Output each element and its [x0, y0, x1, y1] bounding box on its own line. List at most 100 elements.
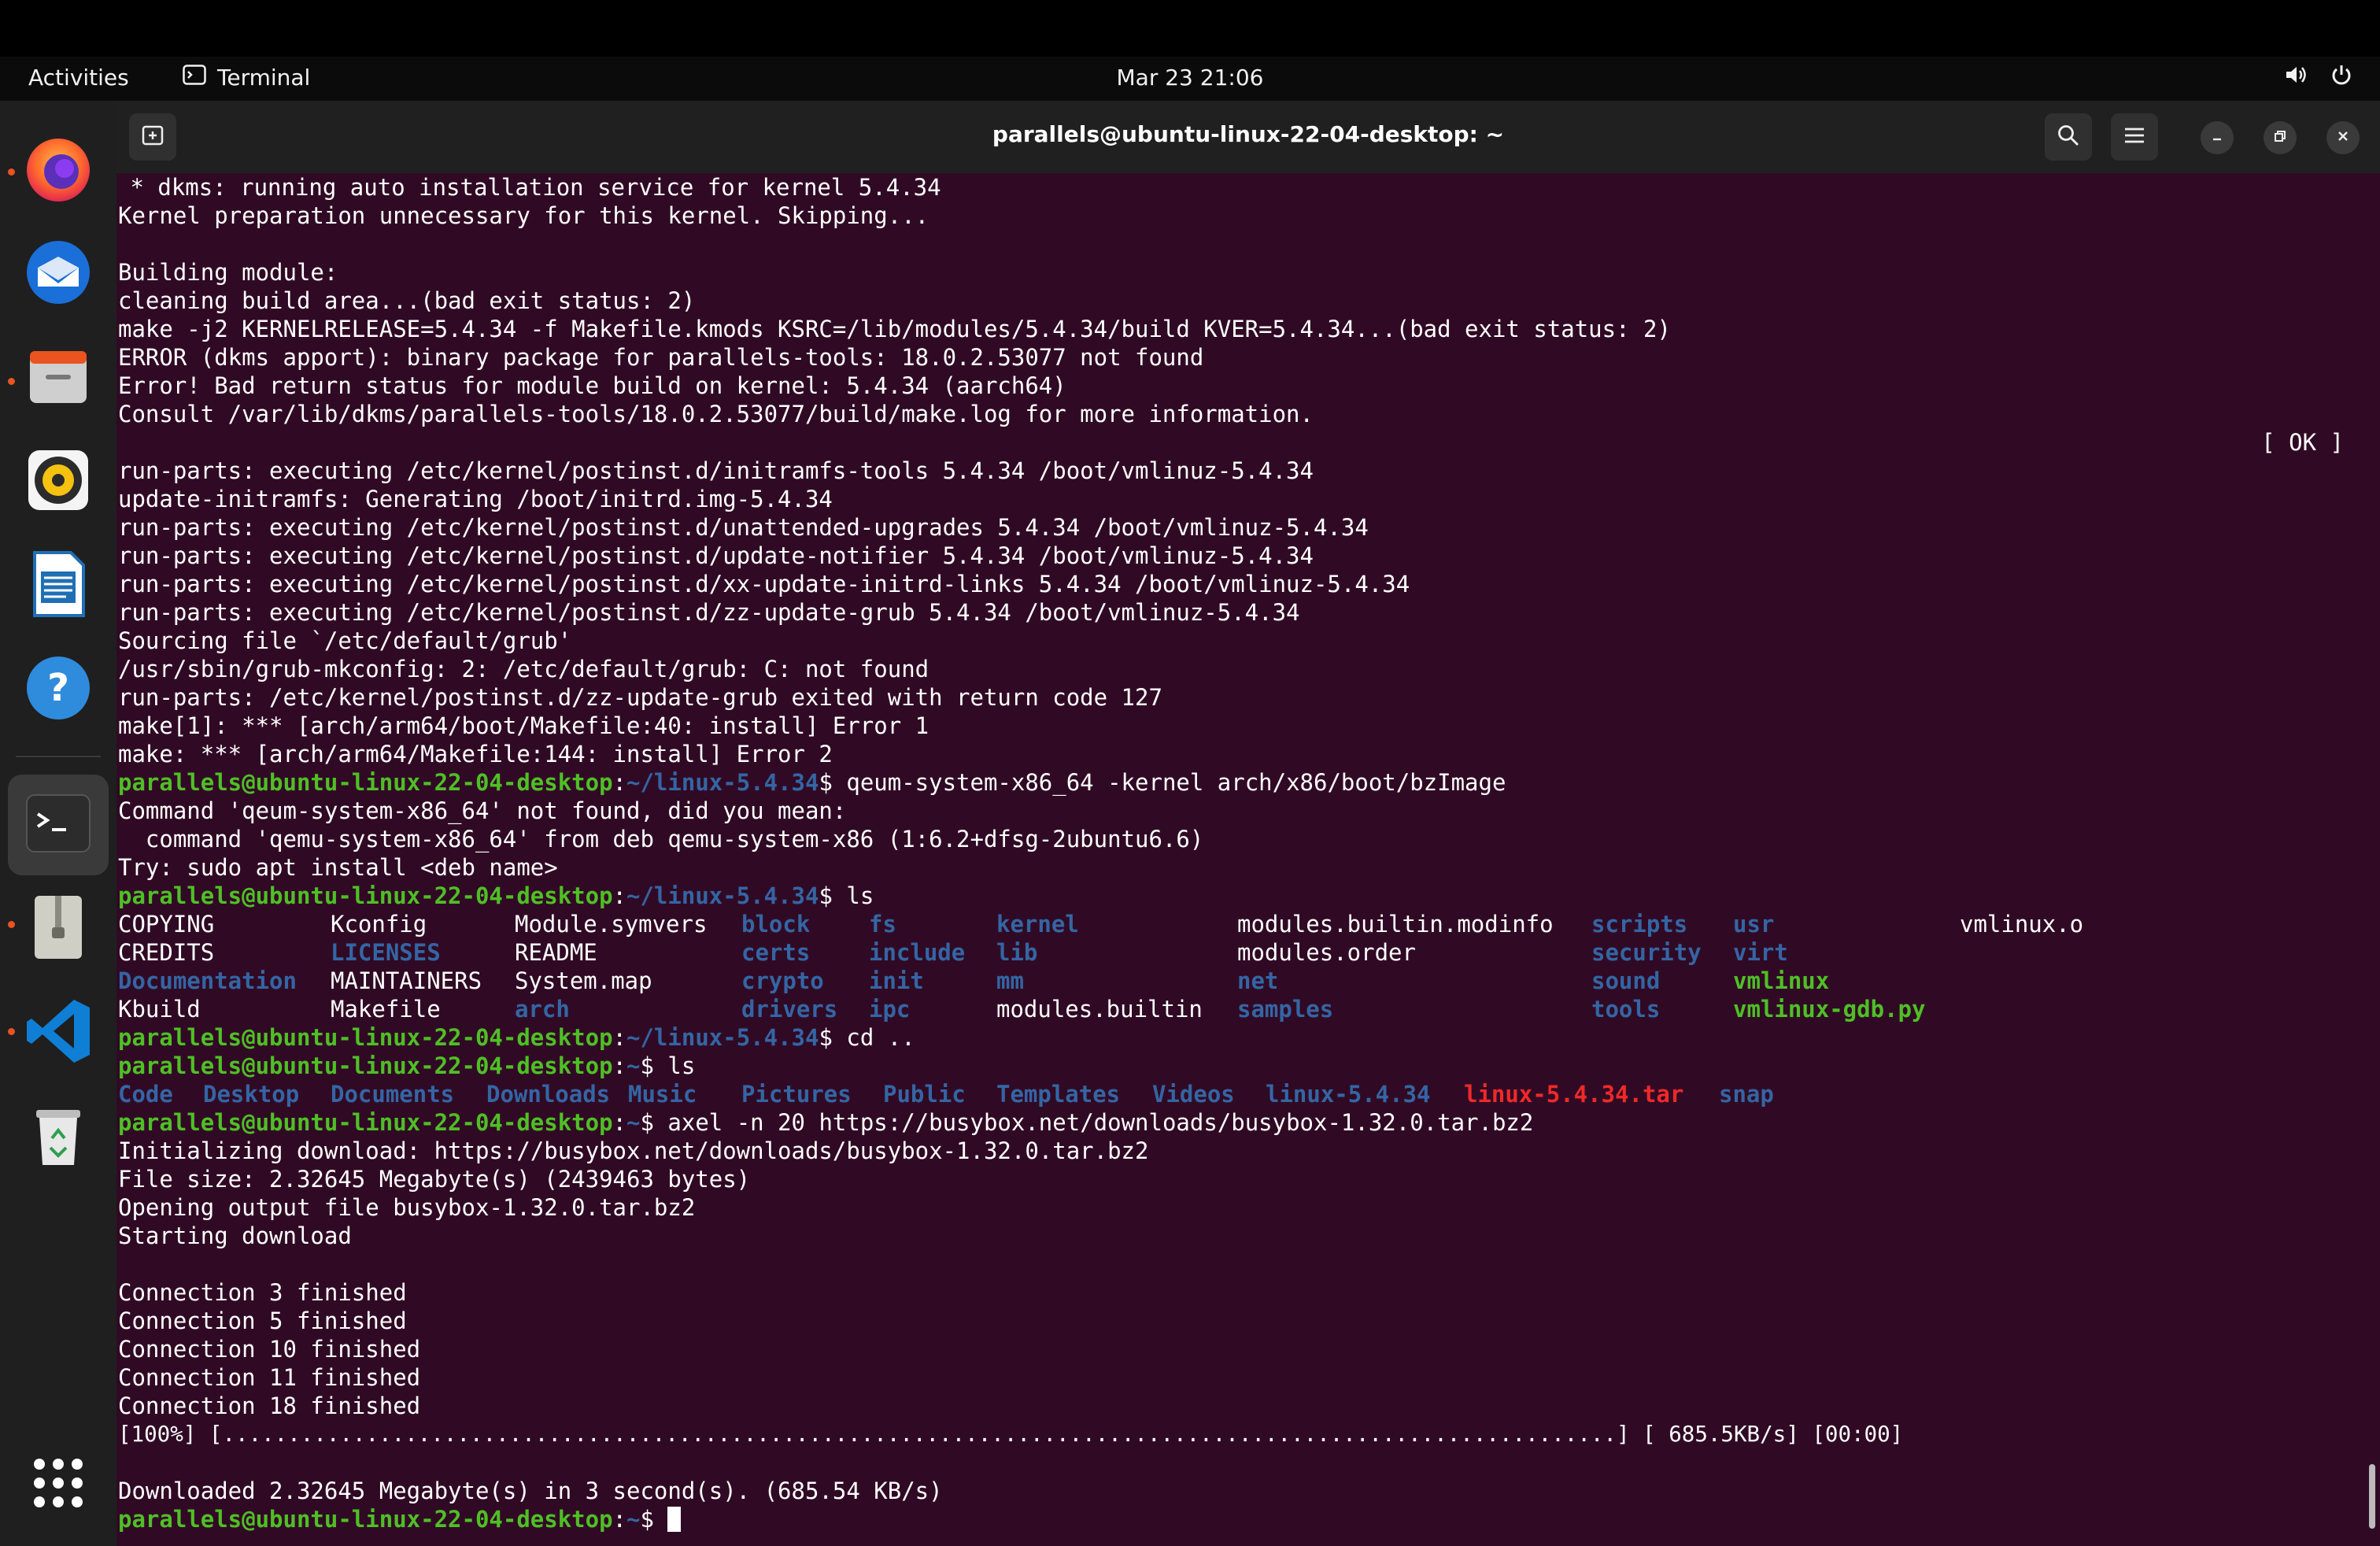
restore-button[interactable]	[2264, 121, 2297, 154]
prompt-user: parallels@ubuntu-linux-22-04-desktop	[118, 1109, 613, 1136]
dock-rhythmbox[interactable]	[17, 441, 99, 523]
prompt-user: parallels@ubuntu-linux-22-04-desktop	[118, 1024, 613, 1051]
terminal-line: update-initramfs: Generating /boot/initr…	[118, 486, 833, 512]
files-icon	[22, 340, 94, 416]
terminal-window: parallels@ubuntu-linux-22-04-desktop: ~	[116, 101, 2380, 1546]
dock-help[interactable]: ?	[17, 649, 99, 730]
dock-show-applications[interactable]	[17, 1444, 99, 1526]
terminal-line: * dkms: running auto installation servic…	[116, 174, 941, 201]
system-tray[interactable]	[2284, 63, 2353, 92]
vscode-icon	[22, 995, 94, 1071]
close-button[interactable]	[2326, 121, 2360, 154]
terminal-line: run-parts: executing /etc/kernel/postins…	[118, 514, 1369, 541]
trash-icon	[22, 1099, 94, 1174]
terminal-line: Connection 11 finished	[118, 1364, 421, 1391]
app-grid-icon	[30, 1455, 87, 1515]
command-text: $ cd ..	[819, 1024, 915, 1051]
dock-trash[interactable]	[17, 1096, 99, 1178]
prompt-line: parallels@ubuntu-linux-22-04-desktop:~/l…	[118, 1024, 915, 1051]
prompt-line: parallels@ubuntu-linux-22-04-desktop:~$ …	[118, 1052, 696, 1079]
header-bar[interactable]: parallels@ubuntu-linux-22-04-desktop: ~	[116, 101, 2380, 173]
running-indicator	[8, 378, 15, 385]
terminal-line: cleaning build area...(bad exit status: …	[118, 287, 696, 314]
terminal-line: Command 'qeum-system-x86_64' not found, …	[118, 797, 847, 824]
scrollbar[interactable]	[2369, 1464, 2375, 1529]
dock-firefox[interactable]	[17, 129, 99, 211]
terminal-line: run-parts: executing /etc/kernel/postins…	[118, 542, 1314, 569]
prompt-path: ~	[626, 1506, 641, 1533]
terminal-icon	[22, 787, 94, 863]
volume-icon[interactable]	[2284, 63, 2308, 92]
prompt-line: parallels@ubuntu-linux-22-04-desktop:~/l…	[118, 882, 874, 909]
terminal-line: Connection 18 finished	[118, 1393, 421, 1419]
window-title: parallels@ubuntu-linux-22-04-desktop: ~	[992, 121, 1505, 147]
dock-writer[interactable]	[17, 545, 99, 627]
ls-row: Code Desktop Documents Downloads Music P…	[118, 1081, 1774, 1108]
prompt-line[interactable]: parallels@ubuntu-linux-22-04-desktop:~$	[118, 1505, 682, 1533]
terminal-line: Connection 3 finished	[118, 1279, 407, 1306]
command-text: $ ls	[640, 1052, 696, 1079]
terminal-line: Error! Bad return status for module buil…	[118, 372, 1066, 399]
ls-row: COPYING Kconfig Module.symvers block fs …	[118, 911, 2084, 938]
prompt-user: parallels@ubuntu-linux-22-04-desktop	[118, 1052, 613, 1079]
terminal-line: Opening output file busybox-1.32.0.tar.b…	[118, 1194, 696, 1221]
terminal-output[interactable]: * dkms: running auto installation servic…	[116, 173, 2380, 1546]
prompt-path: ~/linux-5.4.34	[626, 882, 819, 909]
terminal-line: ERROR (dkms apport): binary package for …	[118, 344, 1204, 371]
minimize-icon	[2210, 129, 2224, 146]
menu-button[interactable]	[2111, 113, 2158, 161]
help-icon: ?	[22, 652, 94, 727]
archive-icon	[22, 891, 94, 967]
ls-row: Documentation MAINTAINERS System.map cry…	[118, 967, 1830, 994]
terminal-line: run-parts: /etc/kernel/postinst.d/zz-upd…	[118, 684, 1162, 711]
app-menu-label: Terminal	[217, 65, 311, 91]
minimize-button[interactable]	[2201, 121, 2234, 154]
running-indicator	[8, 921, 15, 928]
terminal-line: run-parts: executing /etc/kernel/postins…	[118, 457, 1314, 484]
terminal-line: make: *** [arch/arm64/Makefile:144: inst…	[118, 741, 833, 767]
terminal-line: make -j2 KERNELRELEASE=5.4.34 -f Makefil…	[118, 316, 1671, 342]
hamburger-menu-icon	[2123, 126, 2145, 148]
terminal-line: Consult /var/lib/dkms/parallels-tools/18…	[118, 401, 1314, 427]
terminal-line: make[1]: *** [arch/arm64/boot/Makefile:4…	[118, 712, 929, 739]
terminal-app-icon	[183, 65, 206, 91]
terminal-line: Try: sudo apt install <deb name>	[118, 854, 558, 881]
activities-button[interactable]: Activities	[28, 65, 129, 91]
search-icon	[2057, 124, 2080, 150]
prompt-line: parallels@ubuntu-linux-22-04-desktop:~$ …	[118, 1109, 1534, 1136]
clock[interactable]: Mar 23 21:06	[1117, 65, 1264, 91]
restore-icon	[2273, 129, 2287, 146]
command-text: $	[640, 1506, 668, 1533]
app-menu[interactable]: Terminal	[183, 65, 310, 91]
command-text: $ axel -n 20 https://busybox.net/downloa…	[640, 1109, 1534, 1136]
dock-files[interactable]	[17, 337, 99, 419]
terminal-line: /usr/sbin/grub-mkconfig: 2: /etc/default…	[118, 656, 929, 682]
thunderbird-icon	[22, 236, 94, 312]
terminal-line: File size: 2.32645 Megabyte(s) (2439463 …	[118, 1166, 751, 1193]
dock-vscode[interactable]	[17, 992, 99, 1074]
terminal-line: Initializing download: https://busybox.n…	[118, 1137, 1149, 1164]
screen-letterbox	[0, 0, 2380, 57]
running-indicator	[8, 1028, 15, 1035]
terminal-line: Downloaded 2.32645 Megabyte(s) in 3 seco…	[118, 1478, 943, 1504]
prompt-user: parallels@ubuntu-linux-22-04-desktop	[118, 1506, 613, 1533]
writer-icon	[22, 548, 94, 623]
power-icon[interactable]	[2330, 63, 2353, 92]
ok-status: [ OK ]	[2261, 429, 2344, 456]
terminal-line: run-parts: executing /etc/kernel/postins…	[118, 599, 1300, 626]
dock-archive[interactable]	[17, 888, 99, 970]
prompt-user: parallels@ubuntu-linux-22-04-desktop	[118, 882, 613, 909]
command-text: $ qeum-system-x86_64 -kernel arch/x86/bo…	[819, 769, 1506, 796]
terminal-line: Starting download	[118, 1222, 352, 1249]
terminal-line: Connection 5 finished	[118, 1307, 407, 1334]
dock-thunderbird[interactable]	[17, 233, 99, 315]
svg-text:?: ?	[47, 666, 69, 710]
search-button[interactable]	[2045, 113, 2092, 161]
prompt-path: ~	[626, 1109, 641, 1136]
prompt-path: ~/linux-5.4.34	[626, 769, 819, 796]
dock-separator	[16, 756, 101, 757]
progress-line: [100%] [................................…	[118, 1422, 1904, 1447]
dock-terminal[interactable]	[8, 775, 109, 875]
text-cursor	[667, 1507, 682, 1532]
firefox-icon	[22, 132, 94, 208]
